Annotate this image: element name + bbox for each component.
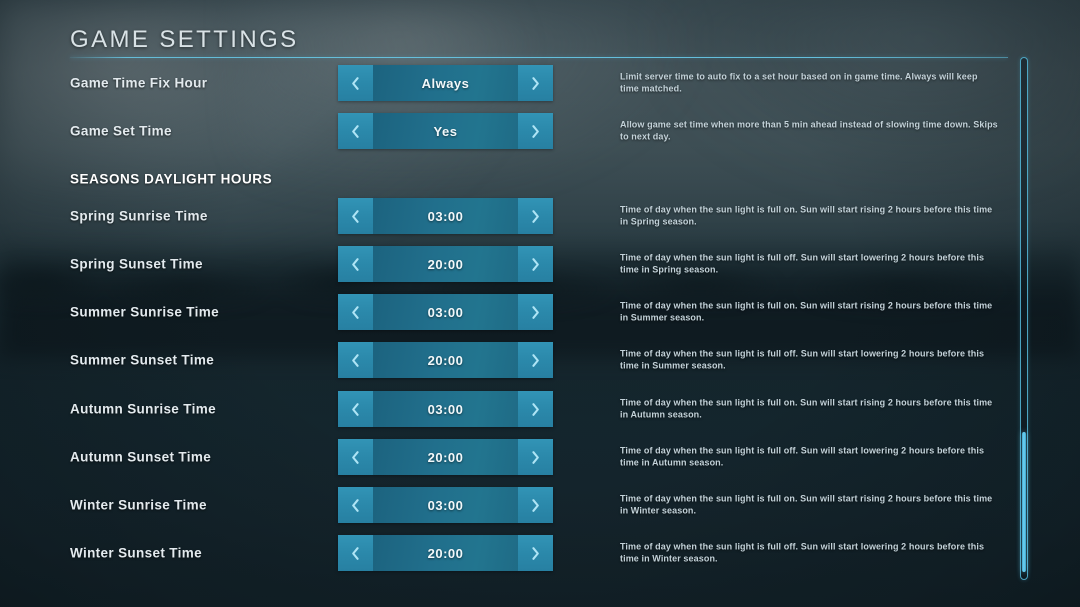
setting-label: Game Time Fix Hour <box>70 75 208 91</box>
game-settings-screen: GAME SETTINGS Game Time Fix Hour Always Li… <box>0 0 1080 607</box>
setting-row-autumn-sunset-time: Autumn Sunset Time 20:00 Time of day when … <box>0 439 1080 475</box>
setting-value[interactable]: 03:00 <box>373 391 518 427</box>
setting-description: Time of day when the sun light is full o… <box>620 252 985 275</box>
setting-stepper-autumn-sunrise-time[interactable]: 03:00 <box>338 391 553 427</box>
setting-label: Game Set Time <box>70 123 172 139</box>
chevron-left-icon[interactable] <box>338 198 373 234</box>
chevron-left-icon[interactable] <box>338 342 373 378</box>
chevron-left-icon[interactable] <box>338 246 373 282</box>
setting-stepper-winter-sunset-time[interactable]: 20:00 <box>338 535 553 571</box>
setting-value[interactable]: 03:00 <box>373 294 518 330</box>
chevron-left-icon[interactable] <box>338 439 373 475</box>
setting-value[interactable]: Always <box>373 65 518 101</box>
setting-row-spring-sunset-time: Spring Sunset Time 20:00 Time of day when … <box>0 246 1080 282</box>
setting-row-summer-sunrise-time: Summer Sunrise Time 03:00 Time of day when… <box>0 294 1080 330</box>
setting-stepper-autumn-sunset-time[interactable]: 20:00 <box>338 439 553 475</box>
chevron-left-icon[interactable] <box>338 65 373 101</box>
setting-value[interactable]: 03:00 <box>373 487 518 523</box>
setting-stepper-spring-sunrise-time[interactable]: 03:00 <box>338 198 553 234</box>
setting-value[interactable]: 20:00 <box>373 439 518 475</box>
chevron-right-icon[interactable] <box>518 439 553 475</box>
setting-label: Spring Sunset Time <box>70 256 203 272</box>
setting-value[interactable]: 03:00 <box>373 198 518 234</box>
setting-stepper-winter-sunrise-time[interactable]: 03:00 <box>338 487 553 523</box>
setting-label: Autumn Sunset Time <box>70 449 212 465</box>
setting-description: Time of day when the sun light is full o… <box>620 204 993 227</box>
setting-value[interactable]: Yes <box>373 113 518 149</box>
chevron-left-icon[interactable] <box>338 535 373 571</box>
setting-value[interactable]: 20:00 <box>373 535 518 571</box>
section-header-label: SEASONS DAYLIGHT HOURS <box>70 171 273 187</box>
setting-row-autumn-sunrise-time: Autumn Sunrise Time 03:00 Time of day when… <box>0 391 1080 427</box>
chevron-left-icon[interactable] <box>338 487 373 523</box>
setting-description: Time of day when the sun light is full o… <box>620 541 985 564</box>
chevron-right-icon[interactable] <box>518 487 553 523</box>
setting-description: Allow game set time when more than 5 min… <box>620 119 998 142</box>
setting-value[interactable]: 20:00 <box>373 342 518 378</box>
chevron-right-icon[interactable] <box>518 342 553 378</box>
chevron-right-icon[interactable] <box>518 294 553 330</box>
setting-description: Time of day when the sun light is full o… <box>620 397 993 420</box>
chevron-right-icon[interactable] <box>518 113 553 149</box>
setting-description: Time of day when the sun light is full o… <box>620 445 985 468</box>
chevron-right-icon[interactable] <box>518 198 553 234</box>
setting-description: Time of day when the sun light is full o… <box>620 300 993 323</box>
setting-label: Winter Sunset Time <box>70 545 202 561</box>
scrollbar-thumb[interactable] <box>1022 432 1026 572</box>
setting-row-summer-sunset-time: Summer Sunset Time 20:00 Time of day when … <box>0 342 1080 378</box>
setting-stepper-spring-sunset-time[interactable]: 20:00 <box>338 246 553 282</box>
chevron-right-icon[interactable] <box>518 391 553 427</box>
setting-label: Summer Sunset Time <box>70 352 215 368</box>
setting-description: Time of day when the sun light is full o… <box>620 493 993 516</box>
section-header-seasons-daylight-hours: SEASONS DAYLIGHT HOURS <box>0 161 1080 197</box>
setting-description: Limit server time to auto fix to a set h… <box>620 71 978 94</box>
chevron-left-icon[interactable] <box>338 294 373 330</box>
chevron-right-icon[interactable] <box>518 65 553 101</box>
chevron-left-icon[interactable] <box>338 391 373 427</box>
page-title: GAME SETTINGS <box>70 26 299 53</box>
setting-description: Time of day when the sun light is full o… <box>620 348 985 371</box>
setting-row-winter-sunrise-time: Winter Sunrise Time 03:00 Time of day when… <box>0 487 1080 523</box>
setting-row-game-set-time: Game Set Time Yes Allow game set time when… <box>0 113 1080 149</box>
chevron-left-icon[interactable] <box>338 113 373 149</box>
setting-label: Autumn Sunrise Time <box>70 401 216 417</box>
setting-row-game-time-fix-hour: Game Time Fix Hour Always Limit server tim… <box>0 65 1080 101</box>
setting-stepper-game-set-time[interactable]: Yes <box>338 113 553 149</box>
title-divider <box>70 57 1008 58</box>
setting-value[interactable]: 20:00 <box>373 246 518 282</box>
chevron-right-icon[interactable] <box>518 246 553 282</box>
setting-label: Summer Sunrise Time <box>70 304 219 320</box>
setting-row-spring-sunrise-time: Spring Sunrise Time 03:00 Time of day when… <box>0 198 1080 234</box>
setting-stepper-summer-sunset-time[interactable]: 20:00 <box>338 342 553 378</box>
scrollbar-track[interactable] <box>1020 57 1028 580</box>
setting-row-winter-sunset-time: Winter Sunset Time 20:00 Time of day when … <box>0 535 1080 571</box>
chevron-right-icon[interactable] <box>518 535 553 571</box>
setting-label: Winter Sunrise Time <box>70 497 207 513</box>
setting-stepper-game-time-fix-hour[interactable]: Always <box>338 65 553 101</box>
setting-label: Spring Sunrise Time <box>70 208 208 224</box>
setting-stepper-summer-sunrise-time[interactable]: 03:00 <box>338 294 553 330</box>
